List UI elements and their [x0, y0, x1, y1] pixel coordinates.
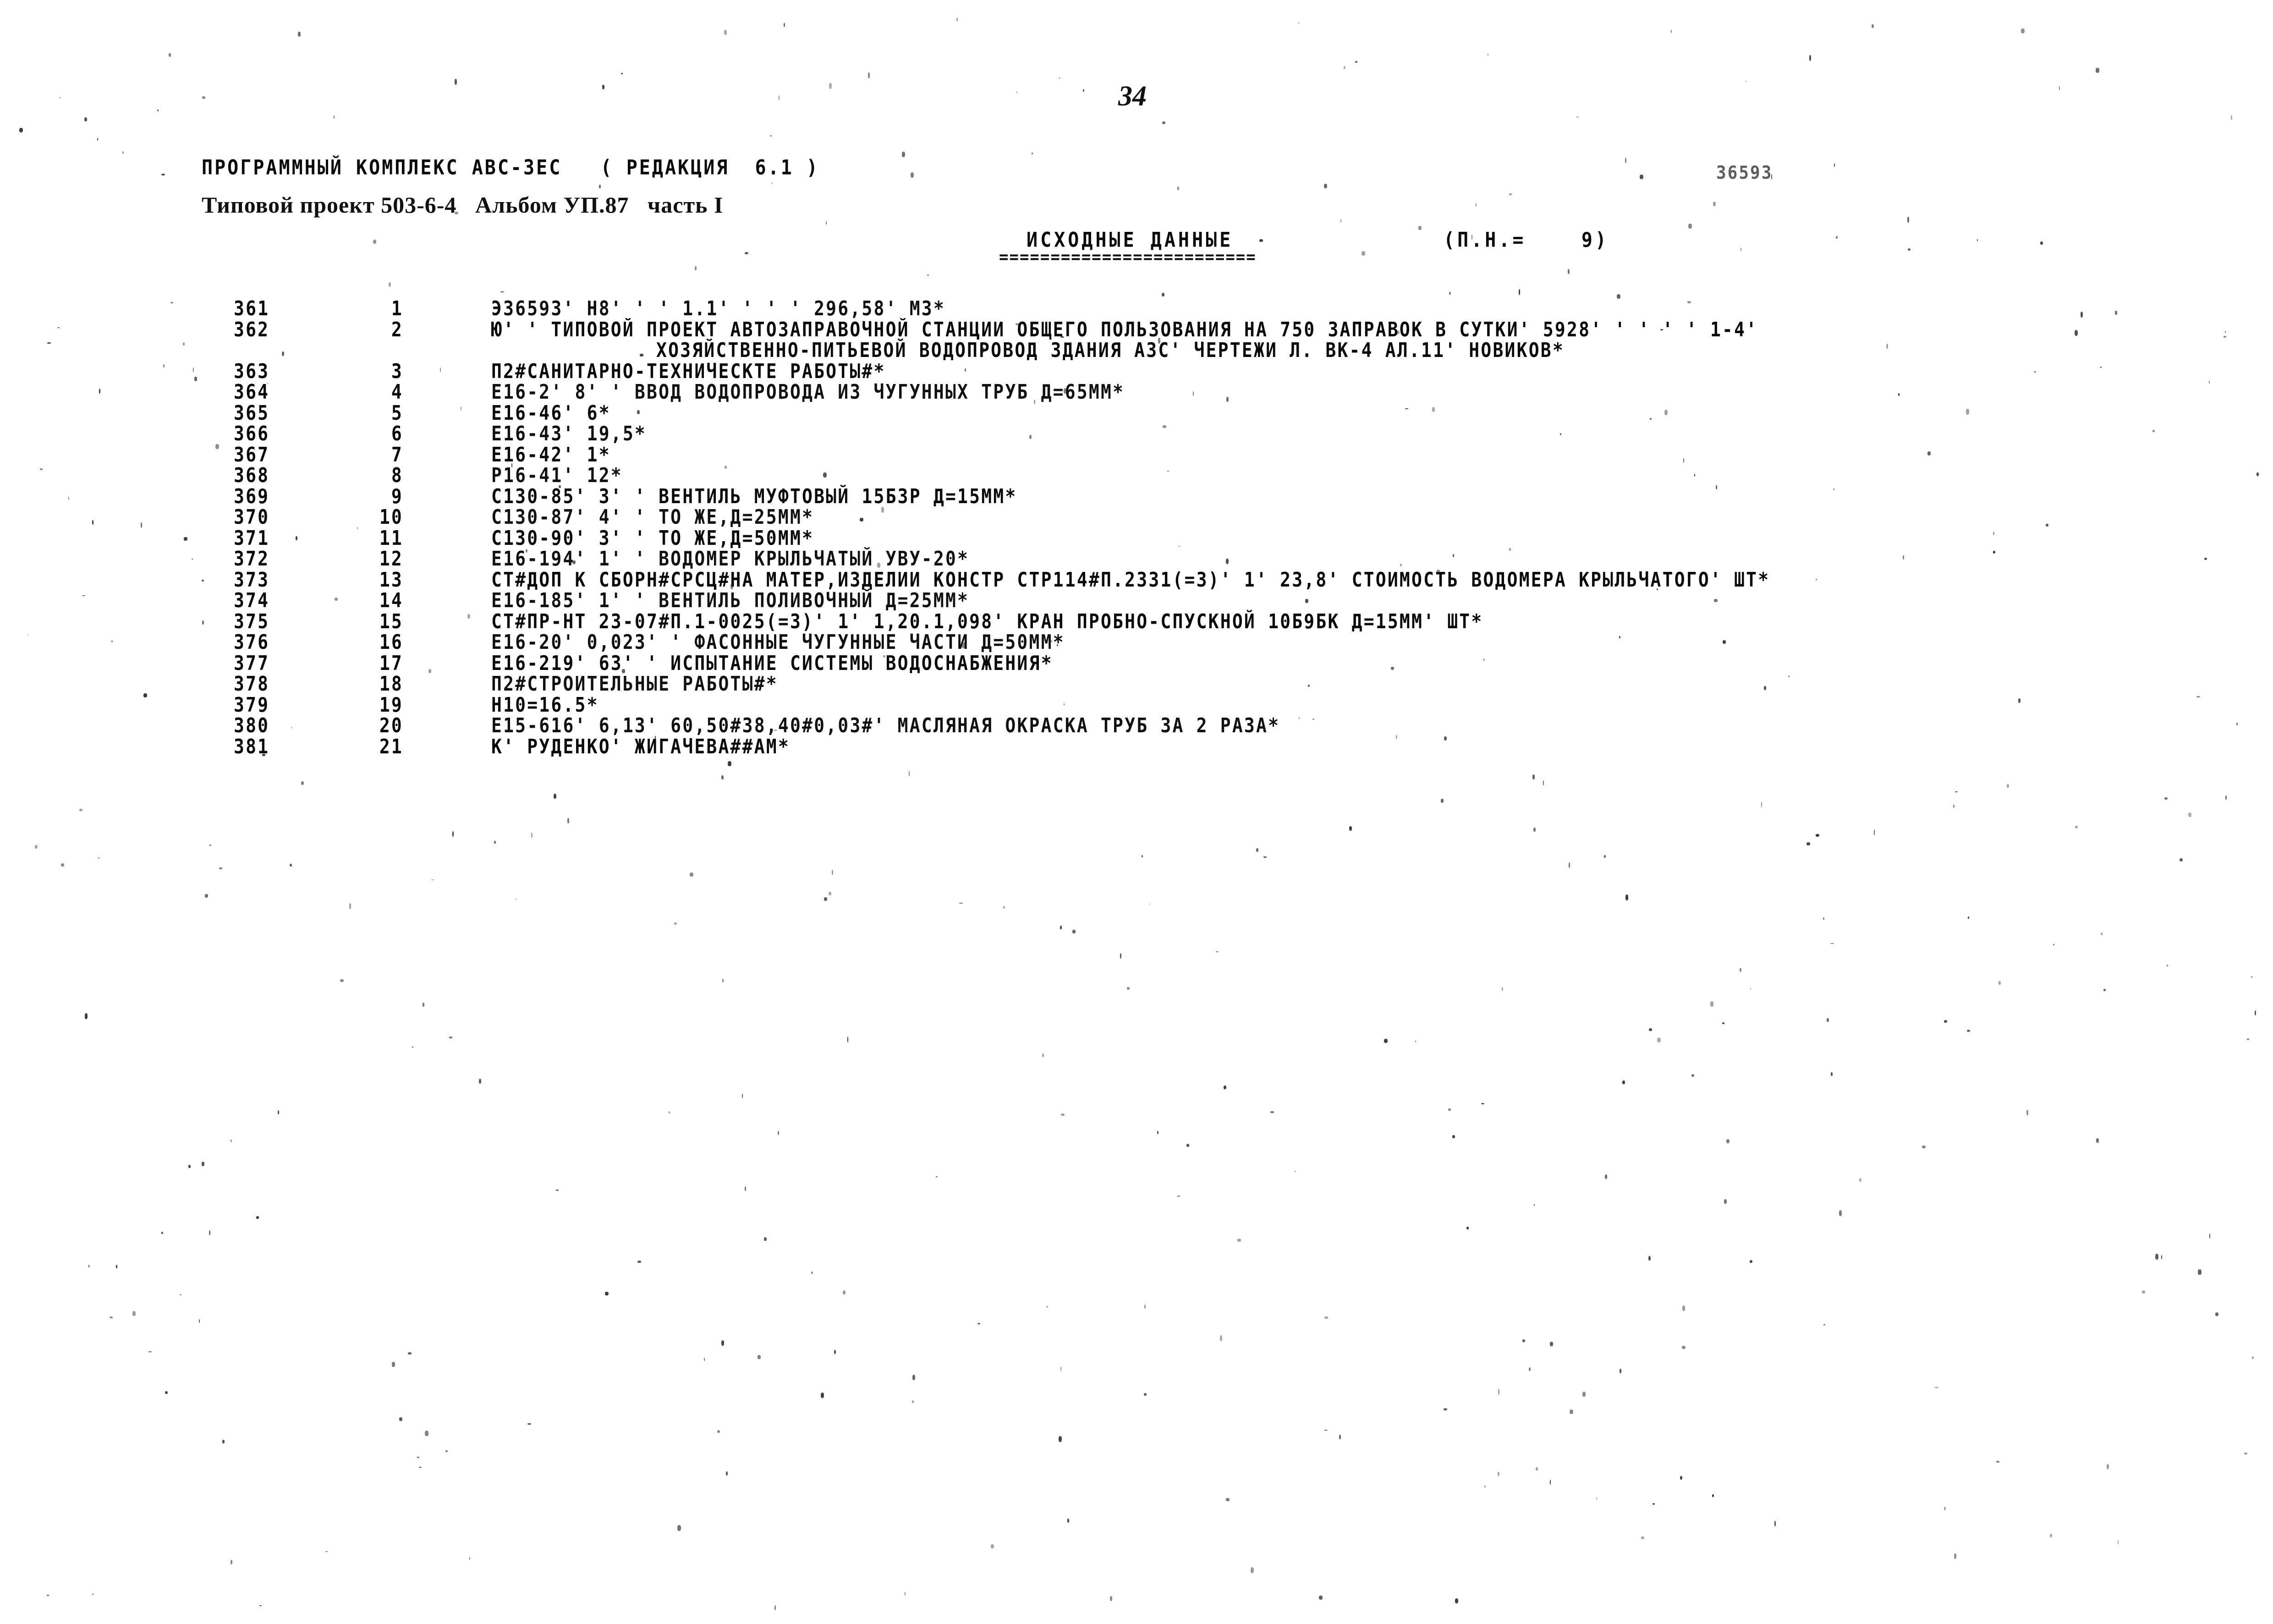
- row-sequence-number: 380: [234, 714, 270, 737]
- program-complex-line: ПРОГРАММНЫЙ КОМПЛЕКС АВС-3ЕС ( РЕДАКЦИЯ …: [202, 156, 819, 180]
- listing-row: 365 5 Е16-46' 6*: [0, 401, 2273, 424]
- row-index-number: 15: [379, 609, 403, 633]
- row-record-text: Е16-194' 1' ' ВОДОМЕР КРЫЛЬЧАТЫЙ УВУ-20*: [491, 547, 970, 571]
- row-index-number: 3: [391, 359, 403, 383]
- row-index-number: 8: [391, 464, 403, 487]
- row-index-number: 16: [379, 631, 403, 654]
- row-record-text: Е16-185' 1' ' ВЕНТИЛЬ ПОЛИВОЧНЫЙ Д=25ММ*: [491, 589, 970, 612]
- listing-row: 381 21 К' РУДЕНКО' ЖИГАЧЕВА##АМ*: [0, 735, 2273, 758]
- row-index-number: 4: [391, 380, 403, 404]
- row-record-text: Е16-46' 6*: [491, 401, 611, 424]
- section-title-rule: =========================: [999, 247, 1257, 267]
- row-record-text-continued: ХОЗЯЙСТВЕННО-ПИТЬЕВОЙ ВОДОПРОВОД ЗДАНИЯ …: [656, 339, 1565, 362]
- listing-row: 366 6 Е16-43' 19,5*: [0, 422, 2273, 445]
- row-sequence-number: 371: [234, 526, 270, 549]
- row-index-number: 12: [379, 547, 403, 571]
- row-index-number: 9: [391, 484, 403, 508]
- row-record-text: Е16-43' 19,5*: [491, 422, 647, 445]
- listing-row: 368 8 Р16-41' 12*: [0, 464, 2273, 487]
- row-sequence-number: 368: [234, 464, 270, 487]
- row-record-text: Ю' ' ТИПОВОЙ ПРОЕКТ АВТОЗАПРАВОЧНОЙ СТАН…: [491, 318, 1758, 341]
- row-sequence-number: 381: [234, 735, 270, 758]
- listing-row: 375 15 СТ#ПР-НТ 23-07#П.1-0025(=3)' 1' 1,2…: [0, 609, 2273, 633]
- row-record-text: П2#СТРОИТЕЛЬНЫЕ РАБОТЫ#*: [491, 672, 778, 696]
- row-record-text: Э36593' Н8' ' ' 1.1' ' ' ' 296,58' М3*: [491, 297, 945, 320]
- row-sequence-number: 361: [234, 297, 270, 320]
- row-index-number: 21: [379, 735, 403, 758]
- row-record-text: Е16-2' 8' ' ВВОД ВОДОПРОВОДА ИЗ ЧУГУННЫХ…: [491, 380, 1125, 404]
- listing-row: 374 14 Е16-185' 1' ' ВЕНТИЛЬ ПОЛИВОЧНЫЙ Д=…: [0, 589, 2273, 612]
- row-index-number: 1: [391, 297, 403, 320]
- row-record-text: С130-90' 3' ' ТО ЖЕ,Д=50ММ*: [491, 526, 814, 549]
- row-record-text: К' РУДЕНКО' ЖИГАЧЕВА##АМ*: [491, 735, 790, 758]
- listing-row: 361 1 Э36593' Н8' ' ' 1.1' ' ' ' 296,58' М…: [0, 297, 2273, 320]
- row-index-number: 7: [391, 443, 403, 466]
- data-listing: 361 1 Э36593' Н8' ' ' 1.1' ' ' ' 296,58' М…: [0, 297, 2273, 758]
- row-sequence-number: 369: [234, 484, 270, 508]
- listing-row: 362 2 Ю' ' ТИПОВОЙ ПРОЕКТ АВТОЗАПРАВОЧНОЙ …: [0, 318, 2273, 341]
- row-record-text: Е16-42' 1*: [491, 443, 611, 466]
- scanned-page: 34 ПРОГРАММНЫЙ КОМПЛЕКС АВС-3ЕС ( РЕДАКЦ…: [0, 0, 2273, 1624]
- row-record-text: Е16-20' 0,023' ' ФАСОННЫЕ ЧУГУННЫЕ ЧАСТИ…: [491, 631, 1065, 654]
- row-sequence-number: 377: [234, 651, 270, 675]
- listing-row: 369 9 С130-85' 3' ' ВЕНТИЛЬ МУФТОВЫЙ 15Б3Р…: [0, 484, 2273, 508]
- listing-row: 378 18 П2#СТРОИТЕЛЬНЫЕ РАБОТЫ#*: [0, 672, 2273, 696]
- row-record-text: П2#САНИТАРНО-ТЕХНИЧЕСКТЕ РАБОТЫ#*: [491, 359, 886, 383]
- row-record-text: Н10=16.5*: [491, 693, 599, 716]
- row-record-text: Р16-41' 12*: [491, 464, 623, 487]
- row-sequence-number: 366: [234, 422, 270, 445]
- row-sequence-number: 362: [234, 318, 270, 341]
- row-sequence-number: 365: [234, 401, 270, 424]
- row-sequence-number: 363: [234, 359, 270, 383]
- row-sequence-number: 378: [234, 672, 270, 696]
- row-index-number: 19: [379, 693, 403, 716]
- section-parameter: (П.Н.= 9): [1444, 228, 1609, 252]
- listing-row: 364 4 Е16-2' 8' ' ВВОД ВОДОПРОВОДА ИЗ ЧУГУ…: [0, 380, 2273, 404]
- row-sequence-number: 364: [234, 380, 270, 404]
- row-index-number: 5: [391, 401, 403, 424]
- row-index-number: 20: [379, 714, 403, 737]
- row-sequence-number: 373: [234, 568, 270, 591]
- listing-row: 370 10 С130-87' 4' ' ТО ЖЕ,Д=25ММ*: [0, 505, 2273, 529]
- row-index-number: 11: [379, 526, 403, 549]
- row-sequence-number: 374: [234, 589, 270, 612]
- row-record-text: С130-85' 3' ' ВЕНТИЛЬ МУФТОВЫЙ 15Б3Р Д=1…: [491, 484, 1017, 508]
- page-number: 34: [1118, 81, 1147, 112]
- row-sequence-number: 370: [234, 505, 270, 529]
- row-index-number: 18: [379, 672, 403, 696]
- listing-row: 372 12 Е16-194' 1' ' ВОДОМЕР КРЫЛЬЧАТЫЙ УВ…: [0, 547, 2273, 571]
- row-record-text: СТ#ДОП К СБОРН#СРСЦ#НА МАТЕР,ИЗДЕЛИИ КОН…: [491, 568, 1770, 591]
- row-sequence-number: 372: [234, 547, 270, 571]
- listing-row: 379 19 Н10=16.5*: [0, 693, 2273, 716]
- listing-row-continuation: ХОЗЯЙСТВЕННО-ПИТЬЕВОЙ ВОДОПРОВОД ЗДАНИЯ …: [0, 339, 2273, 362]
- listing-row: 376 16 Е16-20' 0,023' ' ФАСОННЫЕ ЧУГУННЫЕ …: [0, 631, 2273, 654]
- row-index-number: 13: [379, 568, 403, 591]
- row-index-number: 17: [379, 651, 403, 675]
- row-sequence-number: 379: [234, 693, 270, 716]
- row-record-text: С130-87' 4' ' ТО ЖЕ,Д=25ММ*: [491, 505, 814, 529]
- listing-row: 363 3 П2#САНИТАРНО-ТЕХНИЧЕСКТЕ РАБОТЫ#*: [0, 359, 2273, 383]
- row-record-text: Е16-219' 63' ' ИСПЫТАНИЕ СИСТЕМЫ ВОДОСНА…: [491, 651, 1053, 675]
- row-record-text: Е15-616' 6,13' 60,50#38,40#0,03#' МАСЛЯН…: [491, 714, 1280, 737]
- row-sequence-number: 376: [234, 631, 270, 654]
- row-index-number: 10: [379, 505, 403, 529]
- listing-row: 367 7 Е16-42' 1*: [0, 443, 2273, 466]
- row-index-number: 14: [379, 589, 403, 612]
- listing-row: 380 20 Е15-616' 6,13' 60,50#38,40#0,03#' М…: [0, 714, 2273, 737]
- row-index-number: 2: [391, 318, 403, 341]
- listing-row: 371 11 С130-90' 3' ' ТО ЖЕ,Д=50ММ*: [0, 526, 2273, 549]
- row-sequence-number: 375: [234, 609, 270, 633]
- row-index-number: 6: [391, 422, 403, 445]
- row-record-text: СТ#ПР-НТ 23-07#П.1-0025(=3)' 1' 1,20.1,0…: [491, 609, 1483, 633]
- document-code: 36593: [1716, 163, 1773, 184]
- row-sequence-number: 367: [234, 443, 270, 466]
- project-title-line: Типовой проект 503-6-4 Альбом УП.87 част…: [202, 192, 724, 218]
- listing-row: 377 17 Е16-219' 63' ' ИСПЫТАНИЕ СИСТЕМЫ ВО…: [0, 651, 2273, 675]
- listing-row: 373 13 СТ#ДОП К СБОРН#СРСЦ#НА МАТЕР,ИЗДЕЛИ…: [0, 568, 2273, 591]
